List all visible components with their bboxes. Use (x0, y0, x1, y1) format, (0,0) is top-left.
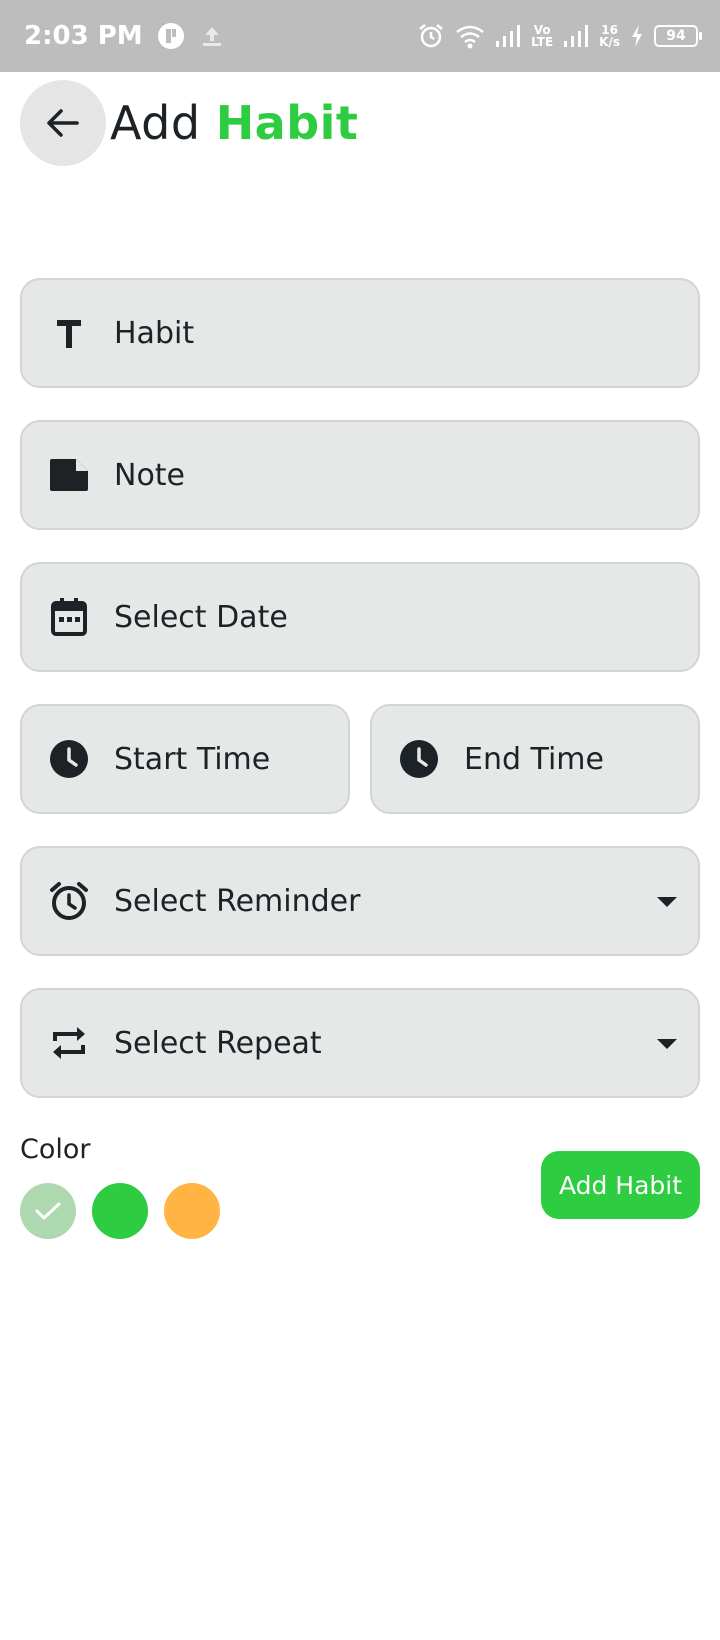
start-time-field[interactable]: Start Time (20, 704, 350, 814)
note-input[interactable]: Note (20, 420, 700, 530)
status-time: 2:03 PM (24, 21, 143, 51)
charging-icon (632, 25, 642, 47)
back-button[interactable] (20, 80, 106, 166)
select-date-field[interactable]: Select Date (20, 562, 700, 672)
repeat-icon (48, 1022, 90, 1064)
note-icon (48, 454, 90, 496)
select-reminder-dropdown[interactable]: Select Reminder (20, 846, 700, 956)
select-repeat-dropdown[interactable]: Select Repeat (20, 988, 700, 1098)
end-time-field[interactable]: End Time (370, 704, 700, 814)
caret-down-icon (657, 1039, 677, 1049)
color-swatch-orange[interactable] (164, 1183, 220, 1239)
habit-placeholder: Habit (114, 315, 195, 351)
alarm-status-icon (419, 24, 443, 48)
network-speed: 16 K/s (599, 23, 620, 49)
battery-indicator: 94 (654, 25, 702, 47)
upload-icon (202, 27, 221, 46)
reminder-placeholder: Select Reminder (114, 883, 361, 919)
arrow-left-icon (47, 109, 79, 137)
status-bar: 2:03 PM Vo LTE 16 K/s 94 (0, 0, 720, 72)
note-placeholder: Note (114, 457, 186, 493)
color-swatch-green[interactable] (92, 1183, 148, 1239)
add-habit-button[interactable]: Add Habit (541, 1151, 700, 1219)
color-swatch-light-green[interactable] (20, 1183, 76, 1239)
repeat-placeholder: Select Repeat (114, 1025, 322, 1061)
date-placeholder: Select Date (114, 599, 288, 635)
header: Add Habit (20, 80, 358, 166)
checkmark-icon (35, 1202, 61, 1220)
title-accent: Habit (215, 96, 359, 150)
end-time-placeholder: End Time (464, 741, 604, 777)
volte-indicator: Vo LTE (531, 23, 554, 49)
alarm-icon (48, 880, 90, 922)
signal-icon (496, 25, 521, 47)
app-notification-icon (157, 23, 184, 49)
page-title: Add Habit (110, 96, 358, 150)
start-time-placeholder: Start Time (114, 741, 271, 777)
habit-input[interactable]: Habit (20, 278, 700, 388)
title-prefix: Add (110, 96, 201, 150)
color-label: Color (20, 1134, 91, 1165)
clock-icon (398, 738, 440, 780)
caret-down-icon (657, 897, 677, 907)
wifi-icon (456, 25, 484, 49)
clock-icon (48, 738, 90, 780)
calendar-icon (48, 596, 90, 638)
text-icon (48, 312, 90, 354)
signal-icon-2 (564, 25, 589, 47)
